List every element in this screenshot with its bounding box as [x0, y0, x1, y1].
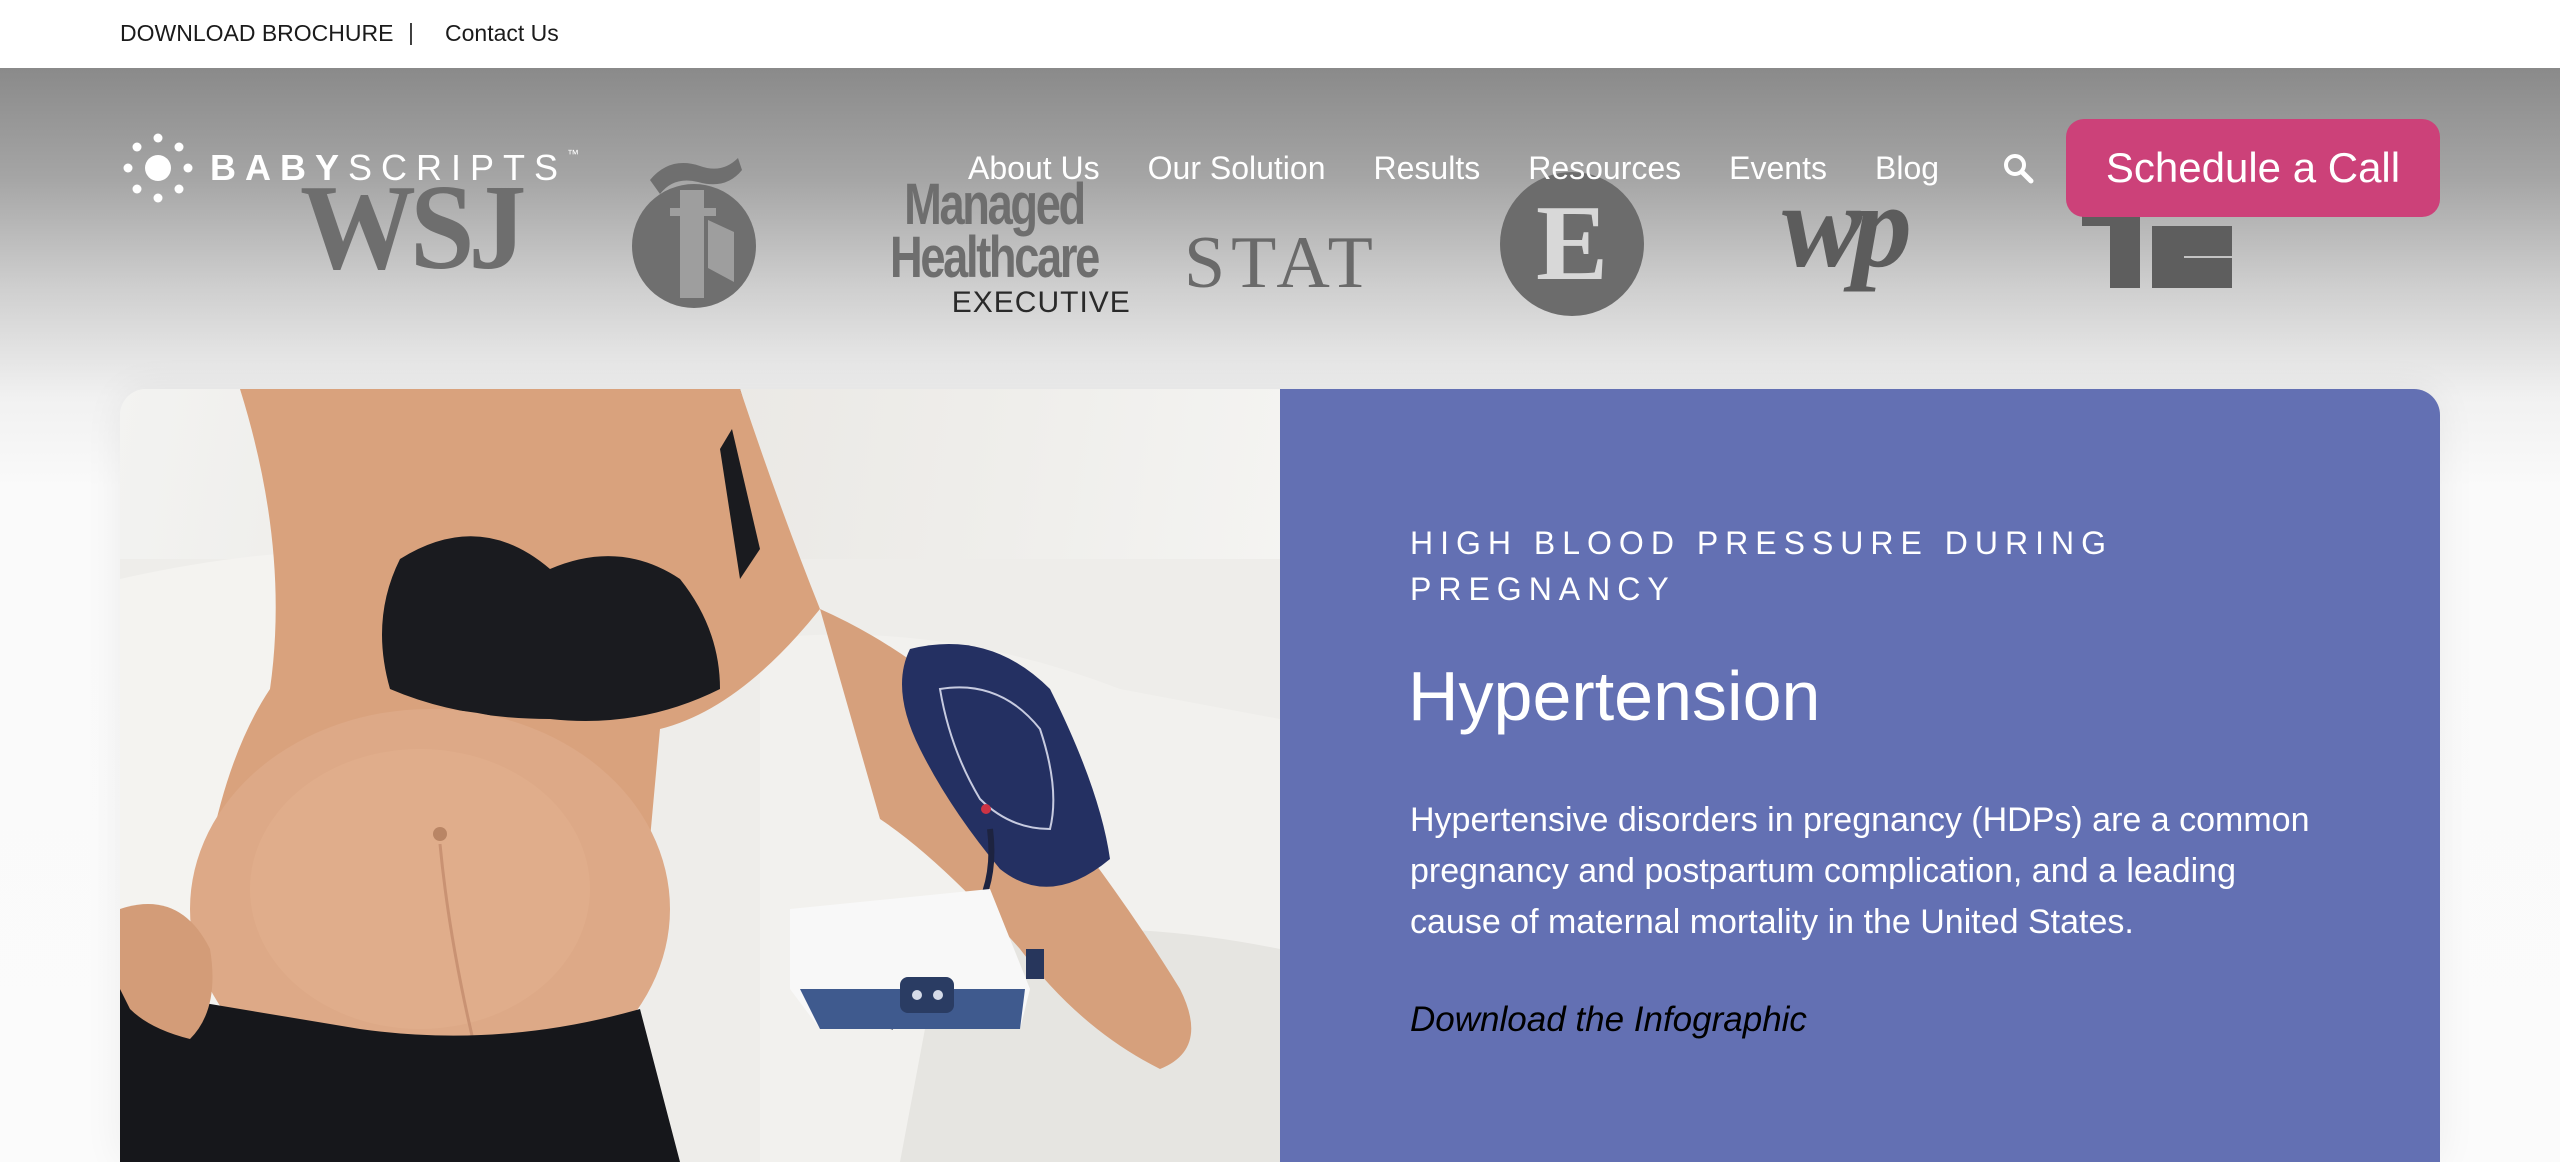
- brand-bold: BABY: [210, 147, 349, 188]
- engadget-logo: E: [1500, 172, 1644, 316]
- nav-about-us[interactable]: About Us: [968, 150, 1100, 187]
- brand-light: SCRIPTS: [348, 147, 568, 188]
- nyt-t-logo: [632, 158, 756, 308]
- download-brochure-link[interactable]: DOWNLOAD BROCHURE: [120, 20, 393, 47]
- brand-wordmark: BABYSCRIPTS™: [210, 147, 579, 189]
- nav-blog[interactable]: Blog: [1875, 150, 1939, 187]
- engadget-letter: E: [1535, 184, 1609, 303]
- feature-card: HIGH BLOOD PRESSURE DURING PREGNANCY Hyp…: [120, 389, 2440, 1162]
- utility-separator: |: [408, 19, 414, 45]
- contact-us-link[interactable]: Contact Us: [445, 20, 559, 47]
- main-nav: About Us Our Solution Results Resources …: [968, 150, 1939, 187]
- feature-title: Hypertension: [1408, 657, 1821, 735]
- utility-bar: DOWNLOAD BROCHURE | Contact Us: [0, 0, 2560, 68]
- schedule-call-button[interactable]: Schedule a Call: [2066, 119, 2440, 217]
- nav-resources[interactable]: Resources: [1528, 150, 1681, 187]
- babyscripts-logo-icon: [123, 133, 193, 203]
- pregnant-woman-blood-pressure-photo: [120, 389, 1280, 1162]
- nav-events[interactable]: Events: [1729, 150, 1827, 187]
- nav-results[interactable]: Results: [1374, 150, 1481, 187]
- nav-our-solution[interactable]: Our Solution: [1148, 150, 1326, 187]
- feature-text-panel: HIGH BLOOD PRESSURE DURING PREGNANCY Hyp…: [1280, 389, 2440, 1162]
- feature-eyebrow: HIGH BLOOD PRESSURE DURING PREGNANCY: [1410, 525, 2113, 607]
- photo-illustration: [120, 389, 1280, 1162]
- feature-description: Hypertensive disorders in pregnancy (HDP…: [1410, 801, 2310, 941]
- search-icon[interactable]: [2002, 152, 2036, 186]
- mhe-line-executive: EXECUTIVE: [951, 285, 1131, 319]
- download-infographic-link[interactable]: Download the Infographic: [1410, 1000, 1807, 1040]
- babyscripts-home-link[interactable]: BABYSCRIPTS™: [120, 130, 579, 206]
- mhe-line-healthcare: Healthcare: [890, 225, 1100, 291]
- managed-healthcare-executive-logo: Managed Healthcare EXECUTIVE: [890, 175, 1157, 319]
- stat-logo: STAT: [1184, 222, 1379, 304]
- brand-trademark: ™: [567, 147, 580, 161]
